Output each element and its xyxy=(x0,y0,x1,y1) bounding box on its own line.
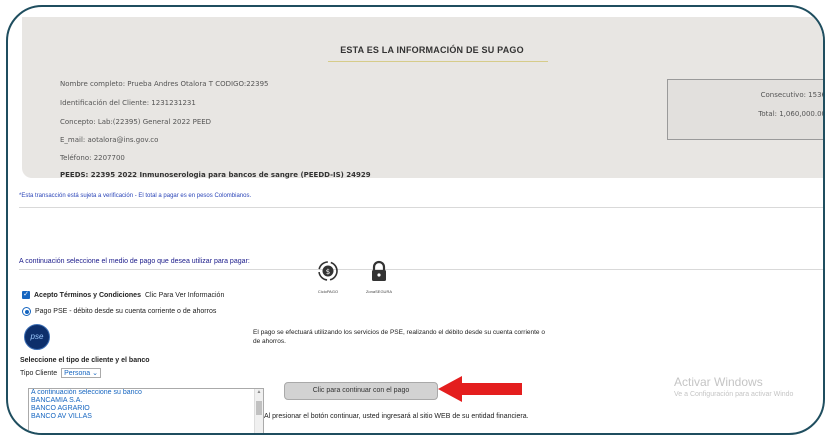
activation-watermark-title: Activar Windows xyxy=(674,375,763,389)
continue-note: Al presionar el botón continuar, usted i… xyxy=(264,413,529,420)
bank-list-scrollbar[interactable]: ▲ xyxy=(254,389,263,433)
pse-description: El pago se efectuará utilizando los serv… xyxy=(253,329,545,345)
info-peeds: PEEDS: 22395 2022 Inmunoserologia para b… xyxy=(60,171,371,179)
pse-option-row: Pago PSE - débito desde su cuenta corrie… xyxy=(22,307,216,316)
bank-list[interactable]: A continuación seleccione su banco BANCA… xyxy=(28,388,264,433)
red-arrow-icon xyxy=(438,376,522,402)
bank-option[interactable]: BANCO AV VILLAS xyxy=(29,413,263,421)
info-phone: Teléfono: 2207700 xyxy=(60,154,125,162)
page-frame: ESTA ES LA INFORMACIÓN DE SU PAGO Nombre… xyxy=(6,5,825,435)
scroll-thumb[interactable] xyxy=(256,401,262,415)
ciclopago-icon: $ xyxy=(318,261,338,281)
terms-checkbox[interactable]: ✓ xyxy=(22,291,30,299)
total-value: Total: 1,060,000.00 xyxy=(758,110,825,118)
client-type-label: Tipo Cliente xyxy=(20,369,58,377)
terms-row: ✓ Acepto Términos y Condiciones Clic Par… xyxy=(22,291,224,299)
info-concept: Concepto: Lab:(22395) General 2022 PEED xyxy=(60,118,212,126)
ciclopago-caption: CicloPAGO xyxy=(317,289,339,294)
terms-label: Acepto Términos y Condiciones xyxy=(34,291,141,299)
svg-text:$: $ xyxy=(326,268,330,276)
pse-logo: pse xyxy=(24,324,50,350)
info-id: Identificación del Cliente: 1231231231 xyxy=(60,99,196,107)
bank-option[interactable]: BANCO AGRARIO xyxy=(29,405,263,413)
summary-title: ESTA ES LA INFORMACIÓN DE SU PAGO xyxy=(340,45,524,55)
bank-option[interactable]: A continuación seleccione su banco xyxy=(29,389,263,397)
info-name: Nombre completo: Prueba Andres Otalora T… xyxy=(60,80,269,88)
scroll-up-icon[interactable]: ▲ xyxy=(255,389,263,395)
bank-option[interactable]: BANCAMIA S.A. xyxy=(29,397,263,405)
activation-watermark-subtitle: Ve a Configuración para activar Windo xyxy=(674,391,794,398)
title-underline xyxy=(328,61,548,62)
divider xyxy=(19,207,823,208)
payment-method-prompt: A continuación seleccione el medio de pa… xyxy=(19,258,250,265)
info-email: E_mail: aotalora@ins.gov.co xyxy=(60,136,159,144)
consecutivo-value: Consecutivo: 1536 xyxy=(760,91,825,99)
pse-radio[interactable] xyxy=(22,307,31,316)
divider xyxy=(19,269,823,270)
client-type-select[interactable]: Persona ⌄ xyxy=(61,368,101,378)
pse-option-label: Pago PSE - débito desde su cuenta corrie… xyxy=(35,308,217,315)
terms-link[interactable]: Clic Para Ver Información xyxy=(145,292,224,299)
continue-payment-button[interactable]: Clic para continuar con el pago xyxy=(284,382,438,400)
total-box: Consecutivo: 1536 Total: 1,060,000.00 xyxy=(667,79,825,140)
ciclopago-option[interactable]: $ CicloPAGO xyxy=(308,260,348,294)
verification-note: *Esta transacción está sujeta a verifica… xyxy=(19,193,252,199)
chevron-down-icon: ⌄ xyxy=(92,370,98,377)
payment-summary-panel: ESTA ES LA INFORMACIÓN DE SU PAGO Nombre… xyxy=(22,17,825,179)
client-type-value: Persona xyxy=(64,370,91,377)
zonasegura-caption: ZonaSEGURA xyxy=(365,289,392,294)
zonasegura-option[interactable]: ZonaSEGURA xyxy=(359,260,399,294)
client-type-row: Tipo Cliente Persona ⌄ xyxy=(20,368,101,378)
lock-icon xyxy=(372,260,386,281)
client-heading: Seleccione el tipo de cliente y el banco xyxy=(20,357,150,364)
